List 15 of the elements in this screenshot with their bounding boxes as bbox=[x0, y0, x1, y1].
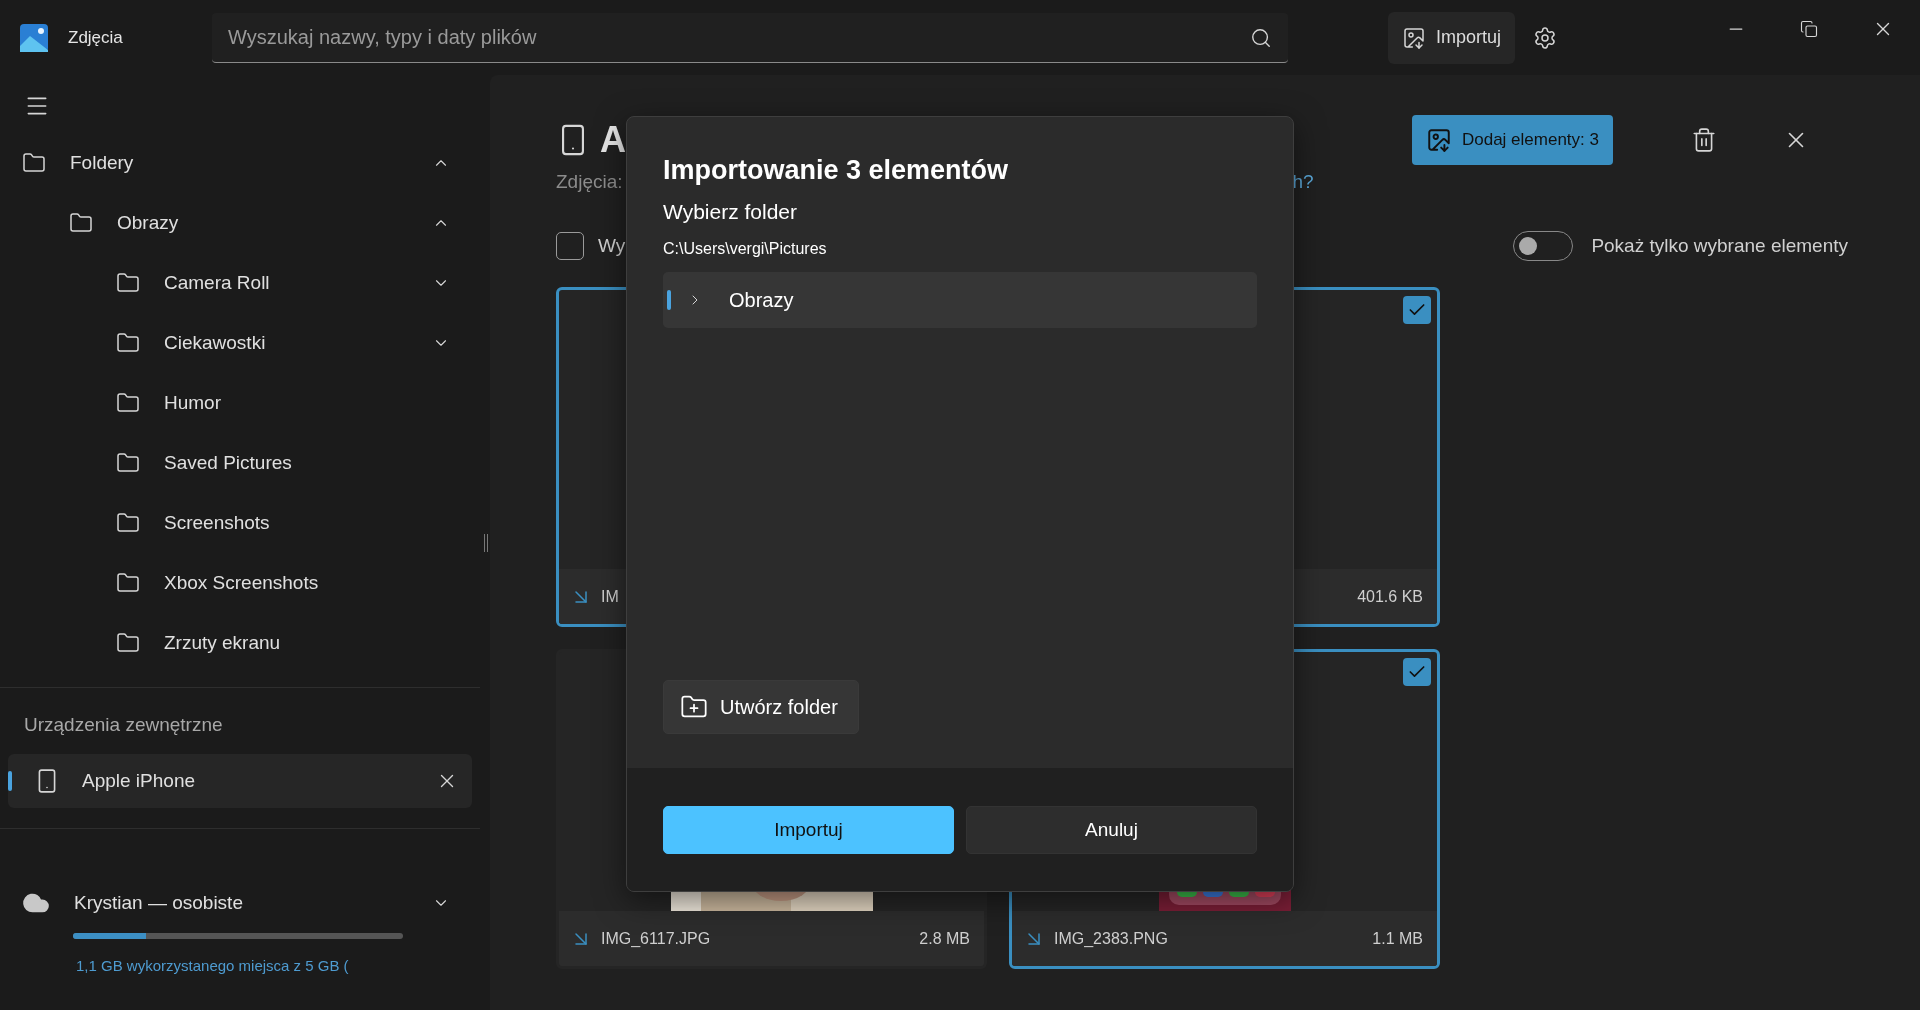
file-name: IMG_6117.JPG bbox=[601, 929, 711, 947]
file-size: 401.6 KB bbox=[1357, 587, 1423, 606]
page-title: A bbox=[600, 119, 626, 161]
folder-path: C:\Users\vergi\Pictures bbox=[663, 240, 828, 258]
checkbox-label: Wy bbox=[598, 235, 626, 257]
section-heading: Urządzenia zewnętrzne bbox=[23, 713, 224, 737]
file-size: 2.8 MB bbox=[919, 929, 970, 948]
file-name: IMG_2383.PNG bbox=[1054, 929, 1168, 947]
dialog-title: Importowanie 3 elementów bbox=[663, 155, 1010, 186]
file-name: IM bbox=[601, 587, 619, 605]
dialog-subtitle: Wybierz folder bbox=[663, 200, 799, 224]
toggle-label: Pokaż tylko wybrane elementy bbox=[1591, 235, 1848, 257]
file-size: 1.1 MB bbox=[1372, 929, 1423, 948]
app-title: Zdjęcia bbox=[68, 27, 124, 48]
subtitle: Zdjęcia: bbox=[556, 171, 623, 193]
